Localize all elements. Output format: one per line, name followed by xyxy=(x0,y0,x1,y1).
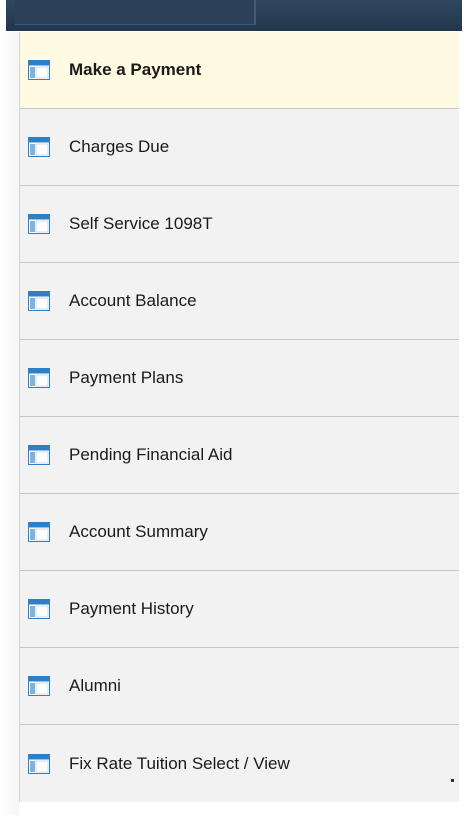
menu-item-pending-financial-aid[interactable]: Pending Financial Aid xyxy=(20,417,459,494)
menu-item-payment-plans[interactable]: Payment Plans xyxy=(20,340,459,417)
page-icon xyxy=(28,368,50,388)
menu-item-label: Fix Rate Tuition Select / View xyxy=(69,753,290,773)
menu-item-make-a-payment[interactable]: Make a Payment xyxy=(20,32,459,109)
page-icon xyxy=(28,676,50,696)
menu-item-label: Alumni xyxy=(69,676,121,695)
menu-item-label: Make a Payment xyxy=(69,60,202,79)
page-icon xyxy=(28,137,50,157)
menu-item-self-service-1098t[interactable]: Self Service 1098T xyxy=(20,186,459,263)
page-icon xyxy=(28,599,50,619)
page-icon xyxy=(28,214,50,234)
menu-item-fix-rate-tuition[interactable]: Fix Rate Tuition Select / View xyxy=(20,725,459,802)
page-icon xyxy=(28,291,50,311)
menu-item-label: Payment History xyxy=(69,599,194,618)
page-icon xyxy=(28,522,50,542)
resize-grip-icon xyxy=(451,779,454,782)
menu-item-label: Payment Plans xyxy=(69,368,184,387)
menu-item-label: Charges Due xyxy=(69,137,170,156)
menu-item-account-balance[interactable]: Account Balance xyxy=(20,263,459,340)
nav-menu: Make a Payment Charges Due Self Service … xyxy=(19,32,459,802)
menu-item-payment-history[interactable]: Payment History xyxy=(20,571,459,648)
page-icon xyxy=(28,445,50,465)
menu-item-account-summary[interactable]: Account Summary xyxy=(20,494,459,571)
menu-item-charges-due[interactable]: Charges Due xyxy=(20,109,459,186)
menu-item-label: Pending Financial Aid xyxy=(69,445,233,464)
menu-item-alumni[interactable]: Alumni xyxy=(20,648,459,725)
page-icon xyxy=(28,753,50,774)
page-icon xyxy=(28,60,50,80)
left-gutter xyxy=(0,32,19,815)
header-tab[interactable] xyxy=(15,0,256,25)
top-header-bar xyxy=(6,0,462,31)
menu-item-label: Account Summary xyxy=(69,522,208,541)
menu-item-label: Self Service 1098T xyxy=(69,214,213,233)
app-frame: Make a Payment Charges Due Self Service … xyxy=(0,0,467,815)
menu-item-label: Account Balance xyxy=(69,291,197,310)
